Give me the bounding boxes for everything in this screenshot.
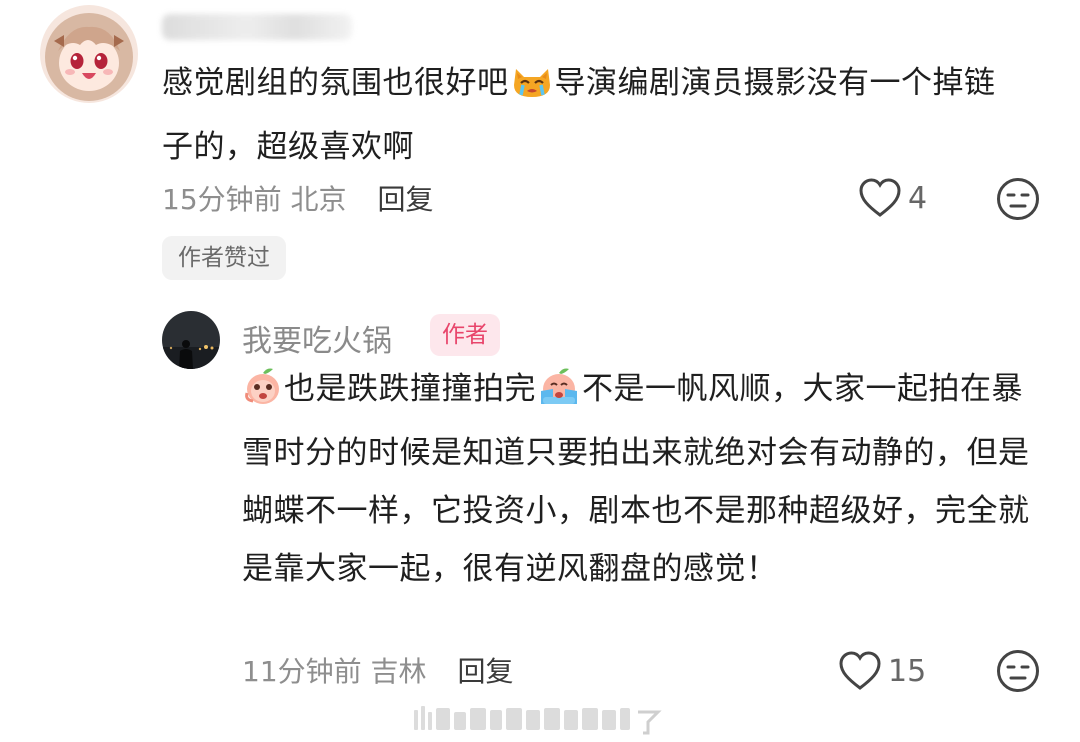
reply-location: 吉林 <box>370 655 427 688</box>
like-count: 4 <box>908 180 928 216</box>
commenter-avatar[interactable] <box>40 5 138 103</box>
peach-thinking-emoji-icon <box>243 366 283 424</box>
comment-text-part1: 感觉剧组的氛围也很好吧 <box>162 65 509 101</box>
author-liked-badge: 作者赞过 <box>162 236 286 280</box>
watermark-image <box>414 706 662 735</box>
author-avatar[interactable] <box>162 311 220 369</box>
reply-text-part1: 也是跌跌撞撞拍完 <box>284 371 536 407</box>
author-name[interactable]: 我要吃火锅 <box>242 316 392 360</box>
dislike-face-icon[interactable] <box>996 649 1040 693</box>
peach-crying-emoji-icon <box>537 366 581 424</box>
reply-button[interactable]: 回复 <box>377 183 433 216</box>
comment-text: 感觉剧组的氛围也很好吧 导演编剧演员摄影没有一个掉链子的，超级喜欢啊 <box>162 54 1022 176</box>
comment-location: 北京 <box>290 183 347 216</box>
reply-reply-button[interactable]: 回复 <box>457 655 513 688</box>
heart-icon <box>859 178 901 217</box>
reply-time: 11分钟前 <box>242 655 362 688</box>
heart-icon <box>839 651 881 690</box>
reply-like-button[interactable]: 15 <box>838 650 926 692</box>
dislike-face-icon[interactable] <box>996 177 1040 221</box>
reply-like-count: 15 <box>888 653 927 689</box>
crying-cat-emoji-icon <box>510 60 554 118</box>
like-button[interactable]: 4 <box>858 177 927 219</box>
comment-time: 15分钟前 <box>162 183 282 216</box>
reply-text: 也是跌跌撞撞拍完 不是一帆风顺，大家一起拍在暴雪时分的时候是知道只要拍出来就绝对… <box>242 360 1042 598</box>
comment-meta: 15分钟前 北京 回复 <box>162 178 433 218</box>
reply-meta: 11分钟前 吉林 回复 <box>242 650 513 690</box>
username-blurred[interactable] <box>162 14 352 40</box>
author-badge: 作者 <box>430 314 500 356</box>
